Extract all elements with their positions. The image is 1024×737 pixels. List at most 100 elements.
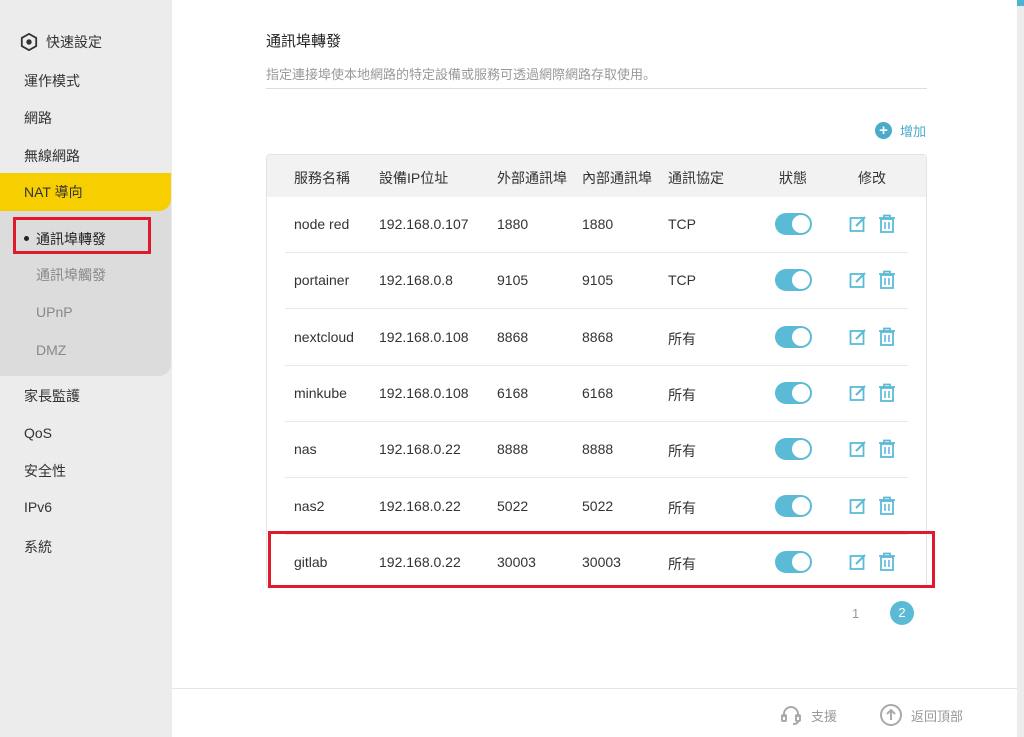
sidebar-subitem-port-triggering[interactable]: 通訊埠觸發 [36, 265, 106, 285]
main-panel: 通訊埠轉發 指定連接埠使本地網路的特定設備或服務可透過網際網路存取使用。 + 增… [172, 0, 1017, 688]
cell-name: node red [294, 216, 350, 232]
cell-ext: 8888 [497, 441, 529, 458]
toggle-knob [792, 552, 810, 571]
cell-name: portainer [294, 272, 350, 289]
sidebar-item-qos[interactable]: QoS [24, 425, 52, 441]
cell-ext: 9105 [497, 272, 529, 289]
back-to-top-link[interactable]: 返回頂部 [879, 703, 963, 727]
table-row: minkube 192.168.0.108 6168 6168 所有 [267, 366, 908, 422]
status-toggle[interactable] [775, 550, 812, 573]
table-row: node red 192.168.0.107 1880 1880 TCP [267, 197, 908, 253]
status-toggle[interactable] [775, 325, 812, 348]
table-row: nas2 192.168.0.22 5022 5022 所有 [267, 479, 908, 535]
column-header: 設備IP位址 [379, 170, 449, 186]
cell-ext: 8868 [497, 328, 529, 345]
trash-icon[interactable] [878, 214, 896, 233]
divider [266, 88, 927, 89]
toggle-knob [792, 215, 810, 233]
page-title: 通訊埠轉發 [266, 33, 342, 50]
status-toggle[interactable] [775, 381, 812, 404]
page-description: 指定連接埠使本地網路的特定設備或服務可透過網際網路存取使用。 [266, 67, 657, 82]
status-toggle[interactable] [775, 213, 812, 235]
status-toggle[interactable] [775, 494, 812, 517]
cell-ext: 5022 [497, 497, 529, 514]
sidebar-item-label: 快速設定 [46, 34, 102, 50]
table-row: portainer 192.168.0.8 9105 9105 TCP [267, 253, 908, 310]
trash-icon[interactable] [878, 270, 896, 290]
edit-icon[interactable] [849, 497, 867, 515]
sidebar: 快速設定 運作模式 網路 無線網路 NAT 導向 通訊埠轉發 通訊埠觸發 UPn… [0, 0, 172, 737]
sidebar-item-system[interactable]: 系統 [24, 537, 52, 557]
cell-name: nas [294, 441, 317, 458]
toggle-knob [792, 383, 810, 402]
cell-int: 8868 [582, 328, 614, 345]
trash-icon[interactable] [878, 383, 896, 402]
cell-int: 1880 [582, 216, 614, 232]
cell-int: 8888 [582, 441, 614, 458]
cell-ip: 192.168.0.22 [379, 497, 461, 514]
sidebar-item-ipv6[interactable]: IPv6 [24, 499, 52, 515]
table-header: 服務名稱 設備IP位址 外部通訊埠 內部通訊埠 通訊協定 狀態 修改 [267, 155, 926, 197]
sidebar-item-operation-mode[interactable]: 運作模式 [24, 71, 80, 91]
edit-icon[interactable] [849, 215, 867, 233]
cell-proto: 所有 [668, 555, 696, 572]
column-header: 通訊協定 [668, 170, 724, 186]
sidebar-item-network[interactable]: 網路 [24, 108, 52, 128]
toggle-knob [792, 327, 810, 346]
edit-icon[interactable] [849, 440, 867, 458]
page-2-button[interactable]: 2 [890, 601, 914, 625]
edit-icon[interactable] [849, 271, 867, 289]
column-header: 修改 [858, 170, 886, 186]
sidebar-item-nat[interactable]: NAT 導向 [0, 173, 171, 211]
cell-name: gitlab [294, 553, 328, 570]
trash-icon[interactable] [878, 439, 896, 459]
column-header: 外部通訊埠 [497, 170, 567, 186]
cell-name: minkube [294, 384, 347, 401]
cell-proto: 所有 [668, 386, 696, 403]
toggle-knob [792, 496, 810, 515]
cell-ip: 192.168.0.107 [379, 216, 469, 232]
trash-icon[interactable] [878, 327, 896, 346]
sidebar-subitem-dmz[interactable]: DMZ [36, 342, 66, 358]
add-button-label: 增加 [900, 124, 927, 139]
sidebar-item-parental[interactable]: 家長監護 [24, 386, 80, 406]
sidebar-item-quick-setup[interactable]: 快速設定 [20, 32, 102, 52]
cell-ip: 192.168.0.108 [379, 384, 469, 401]
edit-icon[interactable] [849, 384, 867, 402]
cell-ext: 1880 [497, 216, 529, 232]
add-button[interactable]: + 增加 [875, 121, 926, 140]
cell-proto: 所有 [668, 443, 696, 460]
sidebar-item-security[interactable]: 安全性 [24, 461, 66, 481]
edit-icon[interactable] [849, 553, 867, 571]
cell-ext: 30003 [497, 553, 536, 570]
column-header: 內部通訊埠 [582, 170, 652, 186]
plus-circle-icon: + [875, 122, 892, 139]
sidebar-subitem-port-forwarding[interactable]: 通訊埠轉發 [36, 229, 106, 249]
cell-ip: 192.168.0.8 [379, 272, 453, 289]
footer: 支援 返回頂部 [172, 688, 1017, 737]
cell-proto: TCP [668, 216, 696, 232]
cell-int: 30003 [582, 553, 621, 570]
sidebar-item-wireless[interactable]: 無線網路 [24, 146, 80, 166]
gear-icon [20, 33, 38, 51]
port-forwarding-table: 服務名稱 設備IP位址 外部通訊埠 內部通訊埠 通訊協定 狀態 修改 node … [266, 154, 927, 588]
support-label: 支援 [811, 708, 838, 724]
trash-icon[interactable] [878, 496, 896, 515]
toggle-knob [792, 271, 810, 290]
back-to-top-label: 返回頂部 [911, 708, 964, 724]
cell-proto: 所有 [668, 330, 696, 347]
headset-icon [781, 706, 801, 725]
cell-ext: 6168 [497, 384, 529, 401]
cell-proto: TCP [668, 272, 696, 289]
cell-int: 9105 [582, 272, 614, 289]
status-toggle[interactable] [775, 269, 812, 292]
support-link[interactable]: 支援 [779, 703, 837, 727]
sidebar-subitem-upnp[interactable]: UPnP [36, 304, 73, 320]
page-1-button[interactable]: 1 [852, 606, 859, 621]
table-row: nas 192.168.0.22 8888 8888 所有 [267, 422, 908, 479]
status-toggle[interactable] [775, 438, 812, 461]
trash-icon[interactable] [878, 552, 896, 571]
edit-icon[interactable] [849, 328, 867, 346]
arrow-up-circle-icon [880, 704, 902, 726]
cell-int: 6168 [582, 384, 614, 401]
